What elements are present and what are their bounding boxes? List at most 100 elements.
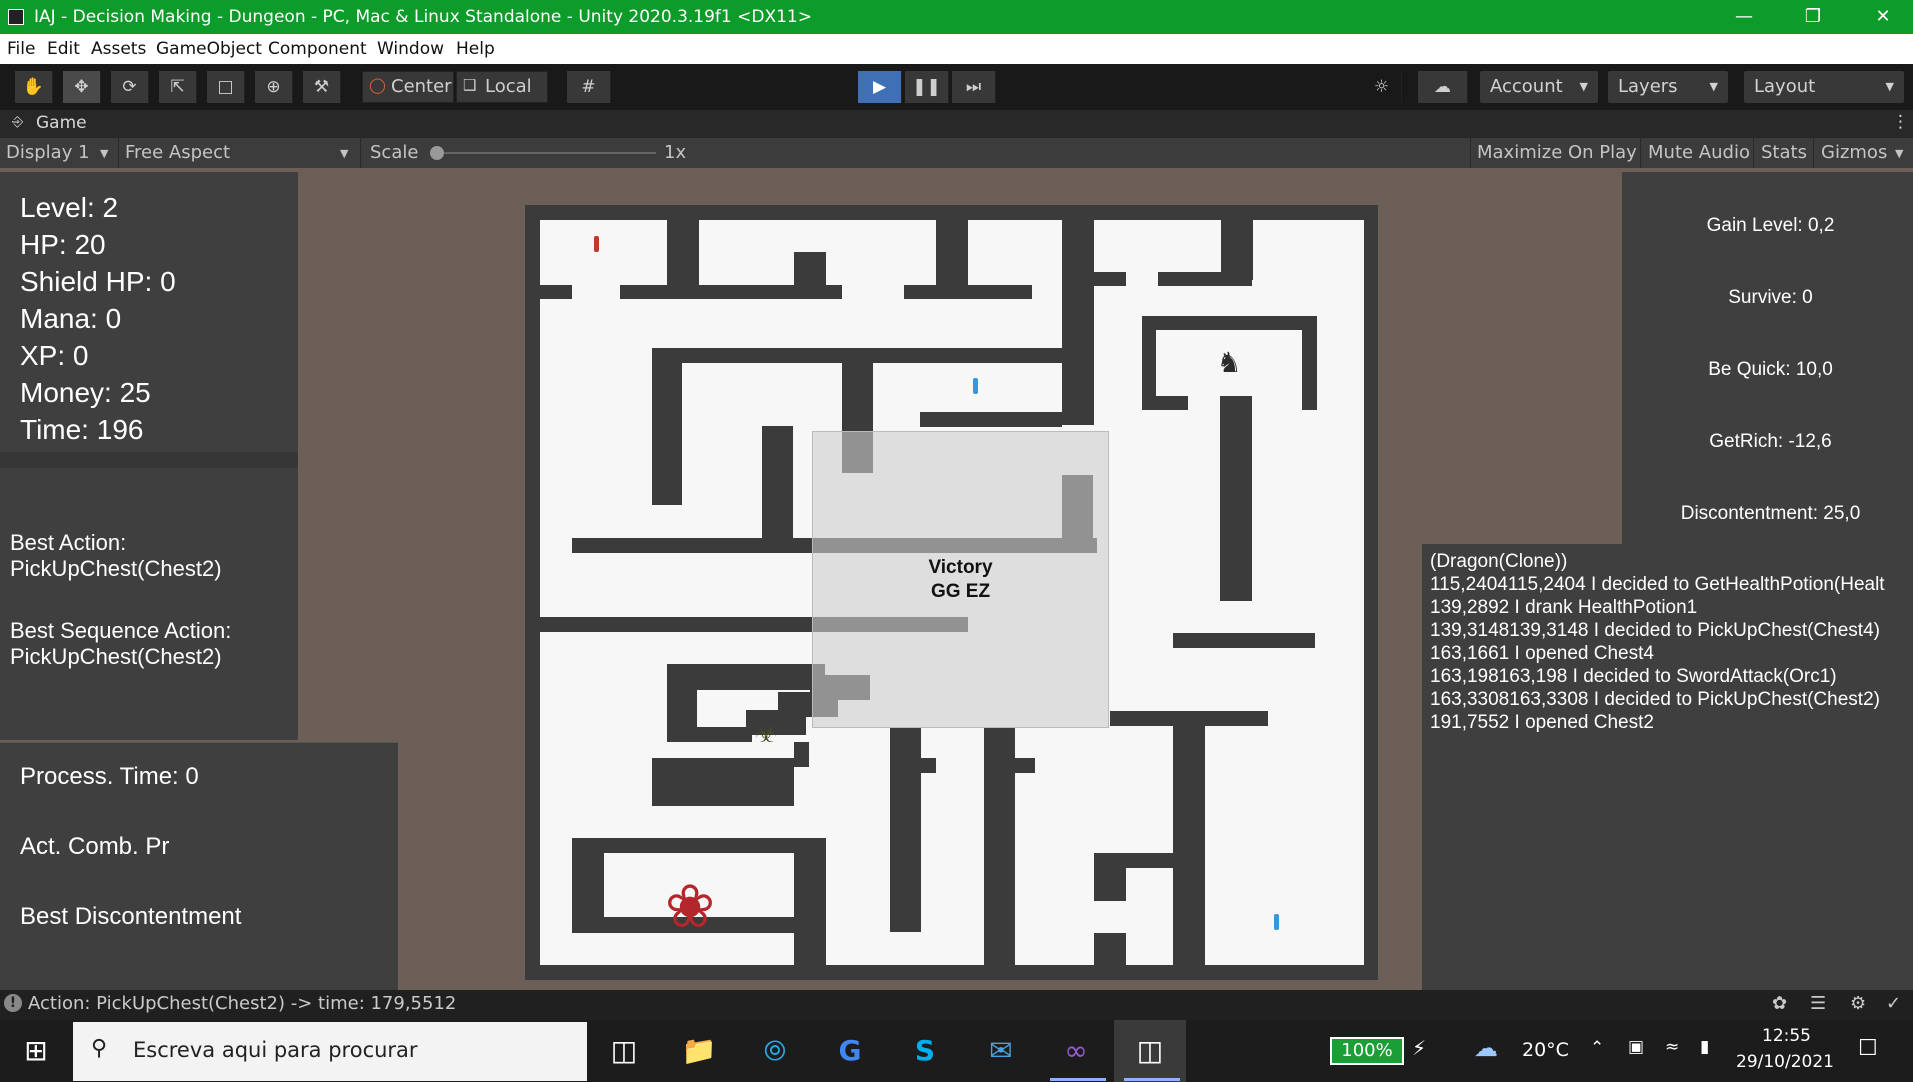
close-icon[interactable]: ✕ [1855,0,1911,34]
battery-icon[interactable]: ▮ [1700,1037,1709,1057]
move-tool-icon[interactable]: ✥ [63,71,101,103]
log-line: 191,7552 I opened Chest2 [1430,712,1654,733]
money-text: Money: 25 [20,377,151,408]
goal-be-quick: Be Quick: 10,0 [1708,359,1833,380]
battery-percent-badge[interactable]: 100% [1330,1037,1404,1065]
player-character-icon: ♞ [1216,346,1242,379]
clock-date[interactable]: 29/10/2021 [1736,1052,1834,1072]
maze-wall [904,285,1032,299]
maze-wall [890,727,921,932]
transform-tool-icon[interactable]: ⊕ [255,71,293,103]
minimize-icon[interactable]: — [1716,0,1772,34]
restore-icon[interactable]: ❐ [1785,0,1841,34]
maze-wall [794,252,826,295]
pause-button[interactable]: ❚❚ [905,71,949,103]
space-label: Local [485,76,532,97]
layers-dropdown[interactable]: Layers ▼ [1608,71,1728,103]
power-plug-icon[interactable]: ⚡ [1412,1036,1426,1060]
menu-help[interactable]: Help [456,39,495,59]
log-line: 163,3308163,3308 I decided to PickUpChes… [1430,689,1880,710]
status-message[interactable]: Action: PickUpChest(Chest2) -> time: 179… [28,993,456,1014]
maze-wall [794,742,809,767]
menu-bar: File Edit Assets GameObject Component Wi… [0,34,1913,64]
maze-wall [540,285,572,299]
scale-tool-icon[interactable]: ⇱ [159,71,197,103]
divider [1470,138,1471,168]
mana-text: Mana: 0 [20,303,122,334]
maximize-on-play-toggle[interactable]: Maximize On Play [1477,142,1637,163]
cloud-icon[interactable]: ☁ [1418,71,1468,103]
account-label: Account [1490,76,1563,97]
wifi-icon[interactable]: ≈ [1665,1037,1679,1057]
rotate-tool-icon[interactable]: ⟳ [111,71,149,103]
stats-toggle[interactable]: Stats [1761,142,1807,163]
layers-icon[interactable]: ☰ [1810,993,1826,1014]
visual-studio-icon[interactable]: ∞ [1040,1020,1112,1082]
search-placeholder: Escreva aqui para procurar [133,1038,418,1062]
maze-wall [920,412,1062,427]
info-icon: ! [4,994,22,1012]
collab-icon[interactable]: ☼ [1362,71,1402,103]
weather-cloud-icon[interactable]: ☁ [1474,1034,1498,1062]
chevron-down-icon[interactable]: ▼ [1895,147,1903,160]
mute-audio-toggle[interactable]: Mute Audio [1648,142,1750,163]
display-dropdown[interactable]: Display 1 [6,142,90,163]
menu-component[interactable]: Component [268,39,367,59]
best-action-value: PickUpChest(Chest2) [10,556,222,581]
pivot-center-button[interactable]: ◯ Center [362,71,454,103]
maze-wall [572,838,826,853]
maze-wall [667,220,699,295]
windows-start-icon[interactable]: ⊞ [0,1020,72,1082]
menu-file[interactable]: File [7,39,35,59]
custom-tool-icon[interactable]: ⚒ [303,71,341,103]
gizmos-toggle[interactable]: Gizmos [1821,142,1887,163]
aspect-dropdown[interactable]: Free Aspect [125,142,230,163]
best-discontentment-text: Best Discontentment [20,903,242,930]
file-explorer-icon[interactable]: 📁 [663,1020,735,1082]
tab-game[interactable]: Game [36,113,87,133]
scale-slider-handle[interactable] [430,146,444,160]
task-view-icon[interactable]: ◫ [588,1020,660,1082]
layout-dropdown[interactable]: Layout ▼ [1744,71,1904,103]
taskbar-search[interactable]: ⚲ Escreva aqui para procurar [73,1022,587,1081]
rect-tool-icon[interactable]: □ [207,71,245,103]
google-chrome-icon[interactable]: G [814,1020,886,1082]
scale-slider-track[interactable] [436,152,656,154]
check-icon[interactable]: ✓ [1886,993,1901,1014]
account-dropdown[interactable]: Account ▼ [1480,71,1598,103]
local-cube-icon: ❑ [463,76,477,94]
menu-gameobject[interactable]: GameObject [156,39,262,59]
menu-assets[interactable]: Assets [91,39,146,59]
maze-wall [1015,758,1035,773]
debug-icon[interactable]: ✿ [1772,993,1787,1014]
xp-text: XP: 0 [20,340,89,371]
play-button[interactable]: ▶ [858,71,902,103]
gamepad-icon: ⎆ [12,114,24,130]
maze-wall [1094,853,1173,868]
weather-temperature[interactable]: 20°C [1522,1039,1569,1061]
status-bar: ! Action: PickUpChest(Chest2) -> time: 1… [0,990,1913,1020]
hand-tool-icon[interactable]: ✋ [15,71,53,103]
kebab-menu-icon[interactable]: ⋮ [1892,112,1909,132]
divider [0,452,298,468]
stats-panel: Level: 2 HP: 20 Shield HP: 0 Mana: 0 XP:… [0,172,298,452]
maze-wall [1220,396,1252,601]
menu-edit[interactable]: Edit [47,39,80,59]
mail-icon[interactable]: ✉ [965,1020,1037,1082]
chevron-up-icon[interactable]: ⌃ [1590,1038,1604,1058]
chevron-down-icon: ▼ [100,147,109,160]
meet-now-icon[interactable]: ▣ [1628,1037,1644,1057]
grid-snap-icon[interactable]: # [567,71,611,103]
notification-icon[interactable]: ☐ [1858,1036,1878,1061]
maze-wall [921,758,936,773]
log-line: (Dragon(Clone)) [1430,551,1568,572]
edge-icon[interactable]: ⦾ [739,1020,811,1082]
auto-generate-icon[interactable]: ⚙ [1850,993,1866,1014]
unity-app-icon[interactable]: ◫ [1114,1020,1186,1082]
step-button[interactable]: ⏭ [952,71,996,103]
maze-wall [652,758,794,806]
menu-window[interactable]: Window [377,39,444,59]
skype-icon[interactable]: S [889,1020,961,1082]
clock-time[interactable]: 12:55 [1762,1026,1811,1046]
pivot-local-button[interactable]: ❑ Local [456,71,548,103]
